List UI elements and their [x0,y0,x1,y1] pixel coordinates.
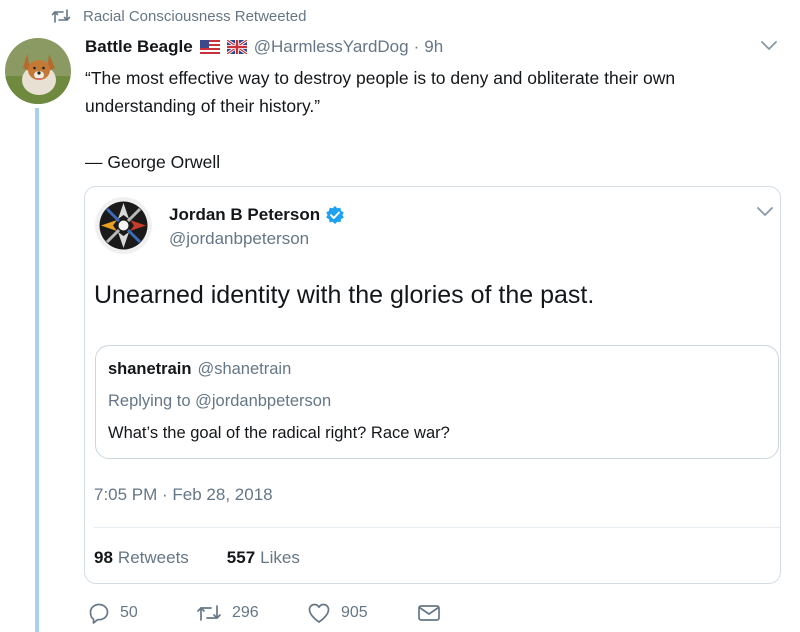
separator: · [413,37,420,56]
likes-count: 557 [226,548,256,567]
quoted-author-handle[interactable]: @jordanbpeterson [169,229,309,249]
chevron-down-icon[interactable] [760,40,778,52]
reply-text: What’s the goal of the radical right? Ra… [108,424,450,442]
tweet-stats: 98 Retweets 557 Likes [94,548,300,568]
us-flag-icon [199,40,220,54]
reply-icon [88,602,110,624]
like-count: 905 [341,604,368,621]
retweets-count: 98 [94,548,113,567]
avatar[interactable] [5,38,71,104]
quoted-author-row: Jordan B Peterson [169,203,345,227]
retweet-icon [51,8,71,24]
retweet-context-text: Racial Consciousness Retweeted [83,7,307,25]
tweet-text: “The most effective way to destroy peopl… [85,68,676,172]
reply-author-name[interactable]: shanetrain [108,360,191,379]
tweet-header: Battle Beagle @HarmlessYardDog · 9h [85,36,443,58]
tweet-timestamp[interactable]: 7:05 PM · Feb 28, 2018 [94,485,273,505]
retweets-stat[interactable]: 98 Retweets [94,548,189,568]
quoted-tweet-text: Unearned identity with the glories of th… [94,281,595,309]
direct-message-button[interactable] [417,600,441,626]
author-name[interactable]: Battle Beagle [85,37,193,57]
direct-message-icon [417,603,441,623]
verified-badge-icon [325,205,345,225]
reply-count: 50 [120,604,138,621]
retweet-button[interactable]: 296 [196,600,259,626]
retweet-icon [196,603,222,623]
reply-header: shanetrain @shanetrain [108,360,291,379]
quoted-author-avatar[interactable] [95,197,152,254]
tweet-time[interactable]: 9h [424,37,443,57]
like-icon [307,602,331,624]
uk-flag-icon [226,40,247,54]
chevron-down-icon[interactable] [756,206,774,218]
retweets-label: Retweets [117,548,189,567]
replying-to[interactable]: Replying to @jordanbpeterson [108,392,331,411]
retweet-context[interactable]: Racial Consciousness Retweeted [51,6,306,26]
author-handle[interactable]: @HarmlessYardDog [254,37,409,57]
quoted-author-name[interactable]: Jordan B Peterson [169,205,320,225]
reply-button[interactable]: 50 [88,600,138,626]
thread-line [35,108,39,632]
likes-label: Likes [260,548,300,567]
divider [94,527,780,528]
like-button[interactable]: 905 [307,600,368,626]
likes-stat[interactable]: 557 Likes [227,548,300,568]
retweet-count: 296 [232,604,259,621]
reply-author-handle[interactable]: @shanetrain [197,360,291,379]
